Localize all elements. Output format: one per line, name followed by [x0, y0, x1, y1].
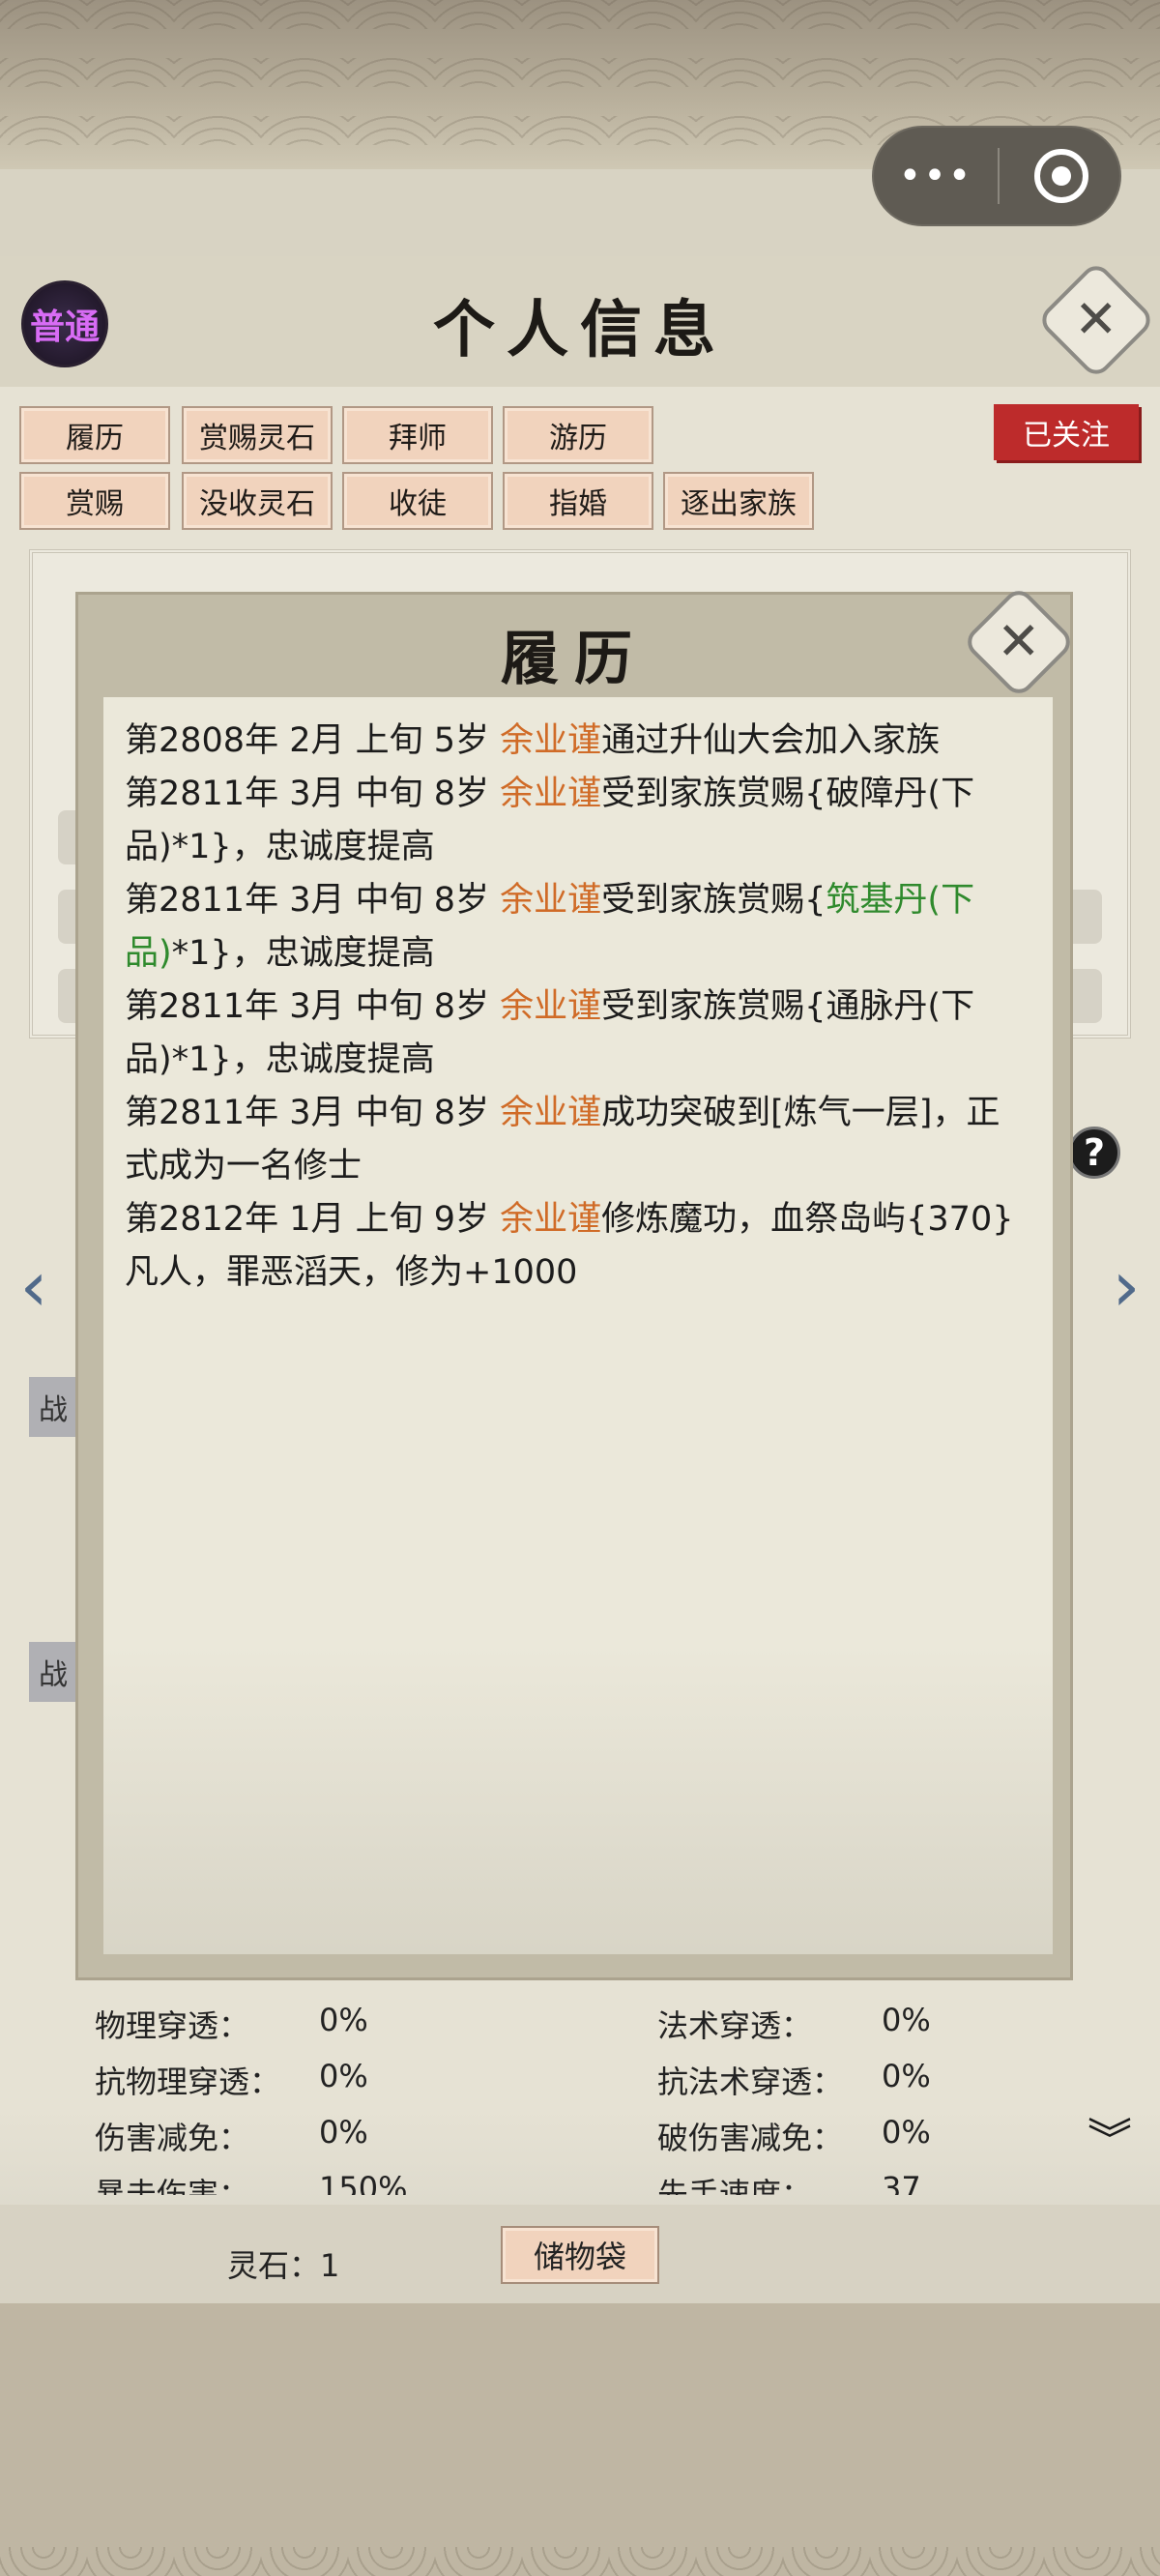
log-entry: 第2811年 3月 中旬 8岁 余业谨受到家族赏赐{破障丹(下品)*1}，忠诚度…	[125, 775, 975, 866]
dialog-title: 履历	[501, 626, 648, 693]
history-dialog: 履历 第2808年 2月 上旬 5岁 余业谨通过升仙大会加入家族 第2811年 …	[75, 592, 1073, 1980]
side-tab-battle[interactable]: 战	[29, 1377, 77, 1437]
close-icon: ✕	[1074, 289, 1118, 350]
stat-label: 暴击伤害：	[95, 2176, 250, 2195]
page-title: 个人信息	[433, 294, 727, 366]
stats-panel: 物理穿透： 0% 法术穿透： 0% 抗物理穿透： 0% 抗法术穿透： 0% 伤害…	[0, 1992, 1160, 2195]
stat-label: 先手速度：	[657, 2176, 813, 2195]
lower-background	[0, 2303, 1160, 2576]
stat-value: 0%	[319, 2114, 368, 2151]
tab-travel[interactable]: 游历	[503, 406, 653, 464]
tab-arrange-marriage[interactable]: 指婚	[503, 472, 653, 530]
stat-label: 破伤害减免：	[657, 2120, 844, 2156]
stat-label: 抗物理穿透：	[95, 2064, 281, 2100]
tab-expel[interactable]: 逐出家族	[663, 472, 814, 530]
tab-apprentice[interactable]: 拜师	[342, 406, 493, 464]
exit-icon[interactable]	[1034, 149, 1088, 203]
log-entry: 第2811年 3月 中旬 8岁 余业谨成功突破到[炼气一层]，正式成为一名修士	[125, 1094, 1000, 1186]
log-entry: 第2811年 3月 中旬 8岁 余业谨受到家族赏赐{筑基丹(下品)*1}，忠诚度…	[125, 881, 975, 973]
spirit-stone-count: 灵石：1	[227, 2247, 340, 2284]
stat-label: 法术穿透：	[657, 2007, 813, 2044]
help-icon[interactable]: ?	[1068, 1127, 1120, 1179]
prev-arrow-icon[interactable]: ‹	[10, 1245, 58, 1327]
stat-label: 物理穿透：	[95, 2007, 250, 2044]
stat-value: 0%	[882, 2002, 931, 2038]
stat-label: 抗法术穿透：	[657, 2064, 844, 2100]
mini-program-capsule[interactable]: •••	[872, 126, 1121, 226]
storage-bag-button[interactable]: 储物袋	[501, 2226, 659, 2284]
close-icon: ✕	[997, 611, 1041, 672]
followed-badge[interactable]: 已关注	[994, 404, 1139, 460]
expand-down-icon[interactable]: ︾	[1088, 2118, 1132, 2161]
next-arrow-icon[interactable]: ›	[1102, 1245, 1150, 1327]
stat-value: 0%	[882, 2114, 931, 2151]
stat-value: 0%	[882, 2058, 931, 2094]
stat-value: 37	[882, 2170, 921, 2195]
capsule-divider	[998, 148, 1000, 204]
more-icon[interactable]: •••	[874, 154, 998, 198]
log-entry: 第2812年 1月 上旬 9岁 余业谨修炼魔功，血祭岛屿{370}凡人，罪恶滔天…	[125, 1200, 1014, 1292]
side-tab-battle[interactable]: 战	[29, 1642, 77, 1702]
tab-history[interactable]: 履历	[19, 406, 170, 464]
tab-take-disciple[interactable]: 收徒	[342, 472, 493, 530]
tab-reward[interactable]: 赏赐	[19, 472, 170, 530]
history-log: 第2808年 2月 上旬 5岁 余业谨通过升仙大会加入家族 第2811年 3月 …	[103, 697, 1053, 1954]
stat-value: 0%	[319, 2002, 368, 2038]
log-entry: 第2808年 2月 上旬 5岁 余业谨通过升仙大会加入家族	[125, 721, 941, 760]
stat-value: 150%	[319, 2170, 408, 2195]
tab-confiscate-stones[interactable]: 没收灵石	[182, 472, 333, 530]
tab-reward-stones[interactable]: 赏赐灵石	[182, 406, 333, 464]
stat-value: 0%	[319, 2058, 368, 2094]
stat-label: 伤害减免：	[95, 2120, 250, 2156]
log-entry: 第2811年 3月 中旬 8岁 余业谨受到家族赏赐{通脉丹(下品)*1}，忠诚度…	[125, 987, 975, 1079]
